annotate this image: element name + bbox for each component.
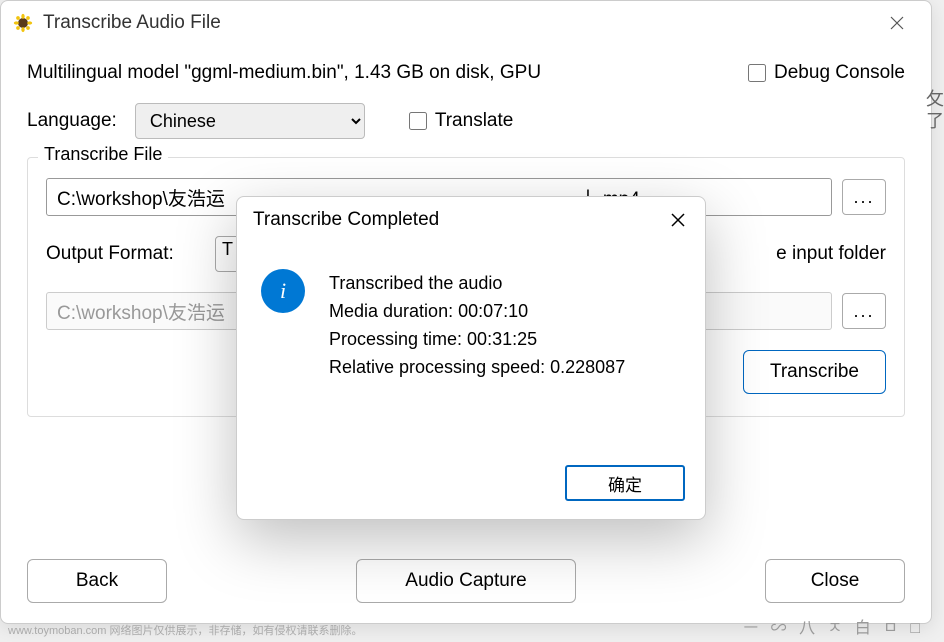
completion-dialog: Transcribe Completed i Transcribed the a… bbox=[236, 196, 706, 520]
debug-console-checkbox[interactable]: Debug Console bbox=[744, 61, 905, 85]
bottom-button-row: Back Audio Capture Close bbox=[27, 559, 905, 603]
dialog-title: Transcribe Completed bbox=[253, 209, 667, 231]
audio-capture-button[interactable]: Audio Capture bbox=[356, 559, 576, 603]
info-icon: i bbox=[261, 269, 305, 313]
model-info-text: Multilingual model "ggml-medium.bin", 1.… bbox=[27, 62, 744, 84]
language-label: Language: bbox=[27, 110, 117, 132]
language-select[interactable]: Chinese bbox=[135, 103, 365, 139]
browse-output-button[interactable]: ... bbox=[842, 293, 886, 329]
dialog-line2: Media duration: 00:07:10 bbox=[329, 297, 625, 325]
titlebar: Transcribe Audio File bbox=[1, 1, 931, 45]
translate-input[interactable] bbox=[409, 112, 427, 130]
browse-input-button[interactable]: ... bbox=[842, 179, 886, 215]
translate-checkbox[interactable]: Translate bbox=[405, 109, 514, 133]
window-close-button[interactable] bbox=[875, 7, 919, 39]
translate-label: Translate bbox=[435, 110, 514, 132]
dialog-line4: Relative processing speed: 0.228087 bbox=[329, 353, 625, 381]
debug-console-label: Debug Console bbox=[774, 62, 905, 84]
window-title: Transcribe Audio File bbox=[43, 12, 875, 34]
back-button[interactable]: Back bbox=[27, 559, 167, 603]
group-title: Transcribe File bbox=[38, 144, 168, 165]
dialog-line1: Transcribed the audio bbox=[329, 269, 625, 297]
watermark-text: www.toymoban.com 网络图片仅供展示，非存储，如有侵权请联系删除。 bbox=[8, 622, 362, 638]
dialog-message: Transcribed the audio Media duration: 00… bbox=[329, 269, 625, 455]
output-format-label: Output Format: bbox=[46, 243, 201, 265]
transcribe-button[interactable]: Transcribe bbox=[743, 350, 886, 394]
close-button[interactable]: Close bbox=[765, 559, 905, 603]
dialog-ok-button[interactable]: 确定 bbox=[565, 465, 685, 501]
background-fragment: ㅡ ∽ 八 ㅈ 白 ㅁ □ bbox=[744, 614, 925, 638]
input-folder-label-fragment: e input folder bbox=[776, 243, 886, 265]
dialog-close-button[interactable] bbox=[667, 209, 689, 231]
cropped-chars: 攵 了 bbox=[926, 88, 944, 132]
dialog-line3: Processing time: 00:31:25 bbox=[329, 325, 625, 353]
debug-console-input[interactable] bbox=[748, 64, 766, 82]
app-icon bbox=[13, 13, 33, 33]
